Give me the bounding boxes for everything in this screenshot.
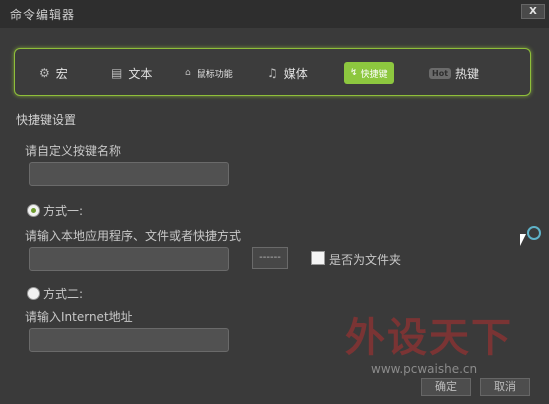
tab-text-label: 文本	[128, 66, 153, 81]
option1-label: 方式一:	[43, 204, 84, 218]
section-title: 快捷键设置	[16, 113, 77, 127]
name-label: 请自定义按键名称	[25, 144, 122, 158]
option2-radio[interactable]	[27, 287, 40, 300]
tab-shortcut-label: 快捷键	[360, 69, 388, 80]
ok-button[interactable]: 确定	[421, 378, 471, 396]
app-path-label: 请输入本地应用程序、文件或者快捷方式	[25, 229, 242, 243]
is-folder-checkbox[interactable]	[311, 251, 325, 265]
tab-hotkey[interactable]: Hot 热键	[429, 62, 479, 84]
tab-mouse-function[interactable]: ⌂ 鼠标功能	[185, 62, 233, 84]
title-bar: 命令编辑器 X	[0, 0, 549, 28]
tab-macro[interactable]: ⚙ 宏	[39, 62, 68, 84]
tab-text[interactable]: ▤ 文本	[111, 62, 152, 84]
tab-shortcut[interactable]: ↯ 快捷键	[344, 62, 394, 84]
hot-badge-icon: Hot	[429, 67, 452, 79]
window-title: 命令编辑器	[10, 8, 76, 22]
tab-hotkey-label: 热键	[455, 66, 480, 81]
tab-macro-label: 宏	[55, 66, 68, 81]
tab-media-label: 媒体	[283, 66, 308, 81]
watermark-url: www.pcwaishe.cn	[371, 362, 478, 376]
command-editor-window: 命令编辑器 X ⚙ 宏 ▤ 文本 ⌂ 鼠标功能 ♫ 媒体 ↯ 快捷键 Hot 热…	[0, 0, 549, 404]
tab-media[interactable]: ♫ 媒体	[267, 62, 308, 84]
option1-radio[interactable]	[27, 204, 40, 217]
mouse-cursor-icon	[520, 234, 526, 246]
app-path-input[interactable]	[29, 247, 229, 271]
keyboard-shortcut-icon: ↯	[350, 68, 358, 78]
option2-label: 方式二:	[43, 287, 84, 301]
cancel-button[interactable]: 取消	[480, 378, 530, 396]
close-button[interactable]: X	[521, 4, 545, 19]
tab-mouse-label: 鼠标功能	[196, 69, 233, 80]
key-name-input[interactable]	[29, 162, 229, 186]
internet-address-input[interactable]	[29, 328, 229, 352]
is-folder-label: 是否为文件夹	[329, 253, 402, 267]
command-type-toolbar: ⚙ 宏 ▤ 文本 ⌂ 鼠标功能 ♫ 媒体 ↯ 快捷键 Hot 热键	[14, 48, 531, 96]
mouse-icon: ⌂	[185, 68, 191, 78]
gear-icon: ⚙	[39, 66, 50, 80]
loading-spinner-icon	[527, 226, 541, 240]
internet-label: 请输入Internet地址	[25, 310, 133, 324]
music-note-icon: ♫	[267, 66, 278, 80]
document-icon: ▤	[111, 66, 123, 80]
browse-button[interactable]: ------	[252, 247, 288, 269]
watermark-logo: 外设天下	[345, 315, 513, 361]
